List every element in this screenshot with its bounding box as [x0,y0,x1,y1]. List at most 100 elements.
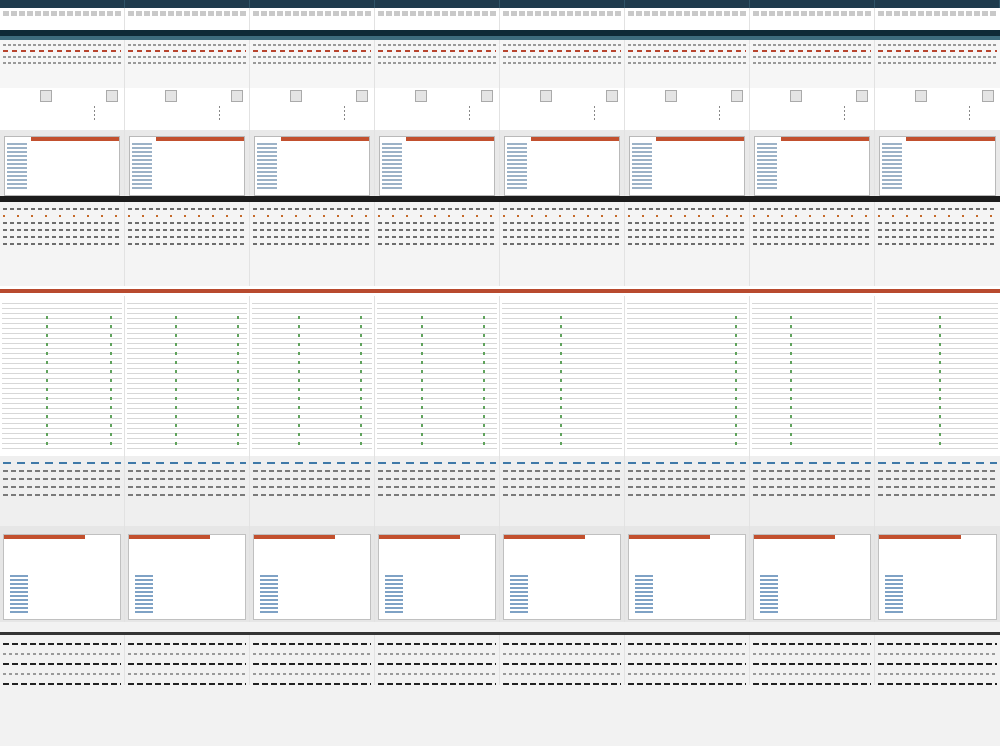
status-line [628,462,746,464]
toolbar [0,40,1000,88]
ribbon-controls[interactable] [753,11,871,16]
window-thumbnail[interactable] [250,130,375,200]
table-column[interactable] [250,296,375,456]
dialog-header [879,535,961,539]
table-column[interactable] [625,296,750,456]
table-grid [377,299,497,453]
ribbon-controls[interactable] [503,11,621,16]
toolbar-row [628,50,746,52]
dialog-sidebar [507,143,527,191]
ribbon-segment[interactable] [875,8,1000,30]
title-segment [625,0,750,8]
table-grid [127,299,247,453]
ribbon-controls[interactable] [878,11,997,16]
table-column[interactable] [125,296,250,456]
window-thumbnail[interactable] [500,130,625,200]
table-column[interactable] [375,296,500,456]
window-thumbnail[interactable] [625,526,750,622]
toolbar-segment[interactable] [750,40,875,88]
toolbar-segment[interactable] [875,40,1000,88]
toolbar-segment[interactable] [0,40,125,88]
dialog-sidebar [132,143,152,191]
status-column [750,456,875,526]
window-thumbnail[interactable] [375,526,500,622]
window-thumbnail[interactable] [0,130,125,200]
table-column[interactable] [875,296,1000,456]
table-column[interactable] [500,296,625,456]
window-thumbnail[interactable] [875,526,1000,622]
dialog-preview [379,136,495,196]
window-thumbnail[interactable] [0,526,125,622]
drawer-icon[interactable] [165,90,177,102]
divider [219,106,220,120]
drawer-icon[interactable] [415,90,427,102]
ribbon-segment[interactable] [250,8,375,30]
drawer-icon[interactable] [665,90,677,102]
ribbon-controls[interactable] [128,11,246,16]
window-thumbnail[interactable] [500,526,625,622]
footer-line [3,643,121,645]
ribbon-segment[interactable] [500,8,625,30]
ribbon-segment[interactable] [625,8,750,30]
drawer-icon[interactable] [731,90,743,102]
ribbon-segment[interactable] [125,8,250,30]
footer-column [875,635,1000,685]
ribbon-segment[interactable] [0,8,125,30]
toolbar-segment[interactable] [625,40,750,88]
window-thumbnail[interactable] [625,130,750,200]
table-column[interactable] [750,296,875,456]
ribbon-segment[interactable] [375,8,500,30]
drawer-icon[interactable] [40,90,52,102]
divider [469,106,470,120]
status-line [503,494,621,496]
drawer-icon[interactable] [606,90,618,102]
window-thumbnail[interactable] [750,130,875,200]
toolbar-segment[interactable] [375,40,500,88]
footer-line [753,683,871,685]
ribbon-controls[interactable] [628,11,746,16]
window-thumbnail[interactable] [125,130,250,200]
drawer-icon[interactable] [982,90,994,102]
drawer-icon[interactable] [290,90,302,102]
toolbar-segment[interactable] [250,40,375,88]
ribbon-controls[interactable] [378,11,496,16]
drawer-icon[interactable] [540,90,552,102]
drawer-icon[interactable] [481,90,493,102]
drawer-icon[interactable] [915,90,927,102]
footer-area [0,622,1000,746]
toolbar-row [753,56,871,58]
window-thumbnail[interactable] [250,526,375,622]
window-thumbnail[interactable] [875,130,1000,200]
highlight-marker [360,316,362,446]
drawer-icon[interactable] [356,90,368,102]
toolbar-row [878,50,997,52]
drawer-icon[interactable] [106,90,118,102]
content-column [875,202,1000,286]
window-thumbnail[interactable] [750,526,875,622]
toolbar-segment[interactable] [125,40,250,88]
toolbar-segment[interactable] [500,40,625,88]
drawer-icon[interactable] [790,90,802,102]
ribbon-controls[interactable] [253,11,371,16]
table-column[interactable] [0,296,125,456]
status-line [753,486,871,488]
drawer-icon[interactable] [231,90,243,102]
drawer-icon[interactable] [856,90,868,102]
status-area [0,456,1000,526]
window-thumbnail[interactable] [375,130,500,200]
toolbar-row [628,62,746,64]
ribbon-controls[interactable] [3,11,121,16]
status-line [628,470,746,472]
footer-line [253,683,371,685]
title-segment [500,0,625,8]
text-line [128,208,246,210]
footer-line [503,653,621,655]
footer-line [378,683,496,685]
footer-line [753,663,871,665]
text-line [128,243,246,245]
status-line [253,462,371,464]
text-line [128,236,246,238]
text-line [878,243,997,245]
ribbon-segment[interactable] [750,8,875,30]
window-thumbnail[interactable] [125,526,250,622]
